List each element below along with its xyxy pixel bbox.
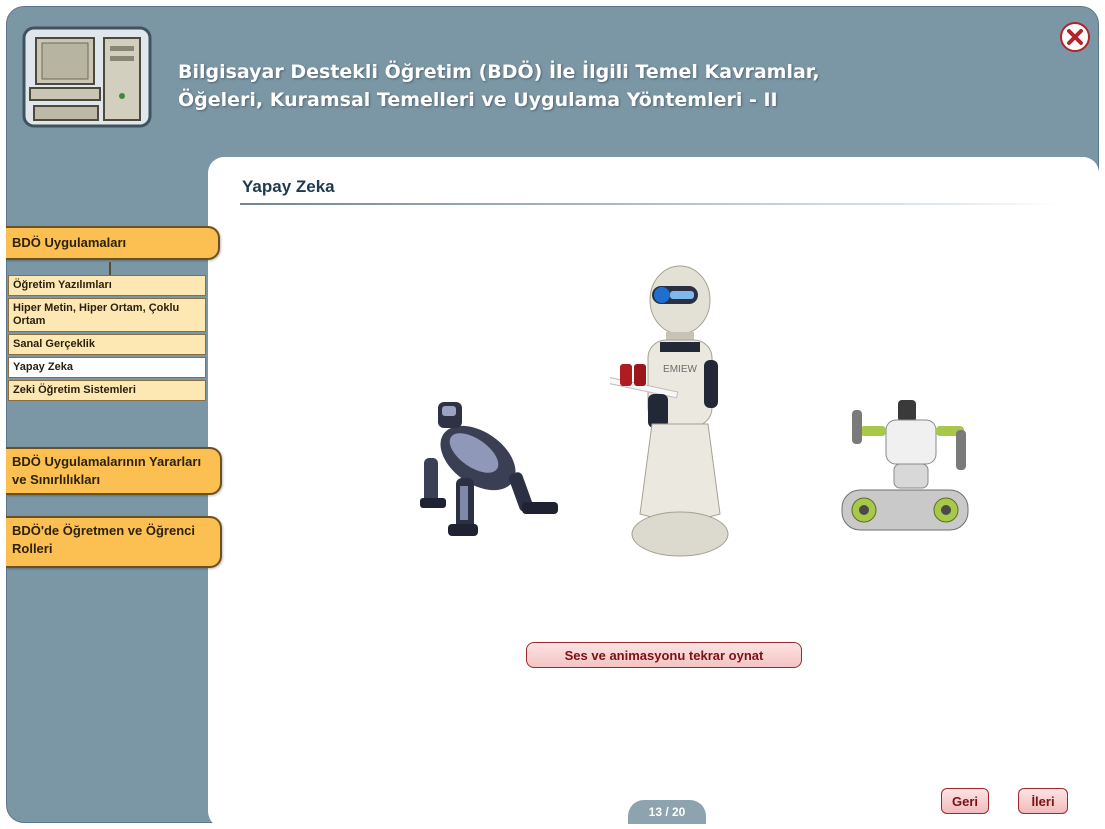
page-title: Bilgisayar Destekli Öğretim (BDÖ) İle İl… xyxy=(178,58,820,114)
close-icon xyxy=(1067,29,1083,45)
close-button[interactable] xyxy=(1060,22,1090,52)
nav-item-ogretim-yazilimlari[interactable]: Öğretim Yazılımları xyxy=(8,275,206,296)
back-button[interactable]: Geri xyxy=(941,788,989,814)
nav-connector xyxy=(109,262,111,275)
title-divider xyxy=(240,203,1060,205)
nav-section-label: BDÖ Uygulamalarının Yararları ve Sınırlı… xyxy=(12,454,202,487)
nav-section-bdo-uygulamalari[interactable]: BDÖ Uygulamaları xyxy=(6,226,220,260)
title-line-1: Bilgisayar Destekli Öğretim (BDÖ) İle İl… xyxy=(178,61,820,83)
nav-item-zeki-ogretim[interactable]: Zeki Öğretim Sistemleri xyxy=(8,380,206,401)
nav-item-hiper-metin[interactable]: Hiper Metin, Hiper Ortam, Çoklu Ortam xyxy=(8,298,206,332)
title-line-2: Öğeleri, Kuramsal Temelleri ve Uygulama … xyxy=(178,89,778,111)
nav-section-label: BDÖ'de Öğretmen ve Öğrenci Rolleri xyxy=(12,523,195,556)
computer-icon xyxy=(22,26,152,128)
robot-badge: EMIEW xyxy=(663,364,697,375)
nav-section-roller[interactable]: BDÖ'de Öğretmen ve Öğrenci Rolleri xyxy=(6,516,222,568)
robot-waiter-image: EMIEW xyxy=(610,265,729,557)
page-indicator: 13 / 20 xyxy=(628,800,706,824)
robot-tracked-image xyxy=(841,400,969,531)
nav-section-yararlar[interactable]: BDÖ Uygulamalarının Yararları ve Sınırlı… xyxy=(6,447,222,495)
nav-section-label: BDÖ Uygulamaları xyxy=(12,235,127,250)
robot-dog-image xyxy=(420,402,558,536)
nav-item-yapay-zeka[interactable]: Yapay Zeka xyxy=(8,357,206,378)
nav-item-sanal-gerceklik[interactable]: Sanal Gerçeklik xyxy=(8,334,206,355)
replay-button[interactable]: Ses ve animasyonu tekrar oynat xyxy=(526,642,802,668)
content-title: Yapay Zeka xyxy=(242,177,335,196)
nav-sub-list: Öğretim Yazılımları Hiper Metin, Hiper O… xyxy=(8,275,206,403)
next-button[interactable]: İleri xyxy=(1018,788,1068,814)
